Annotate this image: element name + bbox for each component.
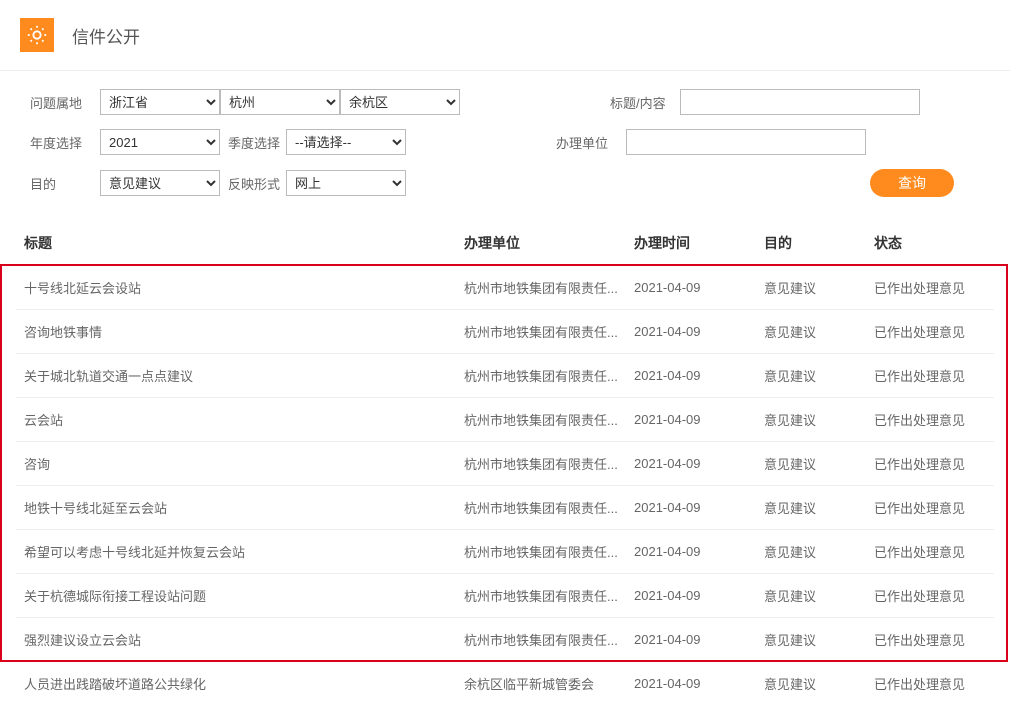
row-title-link[interactable]: 咨询地铁事情: [24, 325, 102, 340]
cell-title: 关于杭德城际衔接工程设站问题: [16, 574, 456, 618]
cell-unit: 杭州市地铁集团有限责任...: [456, 354, 626, 398]
cell-time: 2021-04-09: [626, 618, 756, 662]
row-title-link[interactable]: 咨询: [24, 457, 50, 472]
col-status: 状态: [866, 221, 994, 266]
cell-time: 2021-04-09: [626, 662, 756, 706]
cell-status: 已作出处理意见: [866, 530, 994, 574]
cell-status: 已作出处理意见: [866, 618, 994, 662]
cell-time: 2021-04-09: [626, 398, 756, 442]
cell-time: 2021-04-09: [626, 266, 756, 310]
cell-purpose: 意见建议: [756, 266, 866, 310]
cell-unit: 杭州市地铁集团有限责任...: [456, 398, 626, 442]
cell-status: 已作出处理意见: [866, 266, 994, 310]
row-title-link[interactable]: 强烈建议设立云会站: [24, 633, 141, 648]
page-header: 信件公开: [0, 0, 1010, 71]
cell-status: 已作出处理意见: [866, 662, 994, 706]
row-title-link[interactable]: 十号线北延云会设站: [24, 281, 141, 296]
cell-unit: 杭州市地铁集团有限责任...: [456, 530, 626, 574]
col-unit: 办理单位: [456, 221, 626, 266]
col-purpose: 目的: [756, 221, 866, 266]
row-title-link[interactable]: 关于杭德城际衔接工程设站问题: [24, 589, 206, 604]
col-time: 办理时间: [626, 221, 756, 266]
results-table: 标题 办理单位 办理时间 目的 状态 十号线北延云会设站杭州市地铁集团有限责任.…: [16, 221, 994, 705]
cell-purpose: 意见建议: [756, 618, 866, 662]
cell-unit: 杭州市地铁集团有限责任...: [456, 266, 626, 310]
cell-title: 人员进出践踏破坏道路公共绿化: [16, 662, 456, 706]
row-title-link[interactable]: 云会站: [24, 413, 63, 428]
purpose-label: 目的: [30, 174, 100, 193]
cell-status: 已作出处理意见: [866, 486, 994, 530]
table-row: 咨询地铁事情 杭州市地铁集团有限责任...2021-04-09意见建议已作出处理意…: [16, 310, 994, 354]
cell-purpose: 意见建议: [756, 486, 866, 530]
page-title: 信件公开: [72, 23, 140, 48]
cell-title: 关于城北轨道交通一点点建议: [16, 354, 456, 398]
cell-status: 已作出处理意见: [866, 442, 994, 486]
province-select[interactable]: 浙江省: [100, 89, 220, 115]
cell-title: 十号线北延云会设站: [16, 266, 456, 310]
cell-purpose: 意见建议: [756, 310, 866, 354]
year-select[interactable]: 2021: [100, 129, 220, 155]
col-title: 标题: [16, 221, 456, 266]
cell-time: 2021-04-09: [626, 486, 756, 530]
cell-unit: 杭州市地铁集团有限责任...: [456, 310, 626, 354]
table-row: 强烈建议设立云会站 杭州市地铁集团有限责任...2021-04-09意见建议已作出…: [16, 618, 994, 662]
cell-title: 云会站: [16, 398, 456, 442]
unit-label: 办理单位: [556, 133, 626, 152]
title-content-input[interactable]: [680, 89, 920, 115]
cell-unit: 杭州市地铁集团有限责任...: [456, 618, 626, 662]
region-label: 问题属地: [30, 93, 100, 112]
row-title-link[interactable]: 希望可以考虑十号线北延并恢复云会站: [24, 545, 245, 560]
cell-time: 2021-04-09: [626, 574, 756, 618]
table-row: 人员进出践踏破坏道路公共绿化 余杭区临平新城管委会2021-04-09意见建议已作…: [16, 662, 994, 706]
unit-input[interactable]: [626, 129, 866, 155]
table-row: 希望可以考虑十号线北延并恢复云会站 杭州市地铁集团有限责任...2021-04-0…: [16, 530, 994, 574]
table-wrap: 标题 办理单位 办理时间 目的 状态 十号线北延云会设站杭州市地铁集团有限责任.…: [0, 221, 1010, 715]
year-label: 年度选择: [30, 133, 100, 152]
cell-title: 强烈建议设立云会站: [16, 618, 456, 662]
filter-panel: 问题属地 浙江省 杭州 余杭区 标题/内容 年度选择 2021 季度选择 --请…: [0, 71, 1010, 221]
cell-status: 已作出处理意见: [866, 398, 994, 442]
district-select[interactable]: 余杭区: [340, 89, 460, 115]
cell-purpose: 意见建议: [756, 354, 866, 398]
table-row: 地铁十号线北延至云会站 杭州市地铁集团有限责任...2021-04-09意见建议已…: [16, 486, 994, 530]
row-title-link[interactable]: 关于城北轨道交通一点点建议: [24, 369, 193, 384]
table-row: 云会站 杭州市地铁集团有限责任...2021-04-09意见建议已作出处理意见: [16, 398, 994, 442]
table-row: 关于杭德城际衔接工程设站问题 杭州市地铁集团有限责任...2021-04-09意见…: [16, 574, 994, 618]
quarter-select[interactable]: --请选择--: [286, 129, 406, 155]
cell-purpose: 意见建议: [756, 574, 866, 618]
row-title-link[interactable]: 人员进出践踏破坏道路公共绿化: [24, 677, 206, 692]
search-button[interactable]: 查询: [870, 169, 954, 197]
cell-time: 2021-04-09: [626, 354, 756, 398]
cell-time: 2021-04-09: [626, 530, 756, 574]
form-select[interactable]: 网上: [286, 170, 406, 196]
cell-title: 咨询: [16, 442, 456, 486]
table-row: 十号线北延云会设站 杭州市地铁集团有限责任...2021-04-09意见建议已作出…: [16, 266, 994, 310]
cell-time: 2021-04-09: [626, 442, 756, 486]
table-header-row: 标题 办理单位 办理时间 目的 状态: [16, 221, 994, 266]
title-content-label: 标题/内容: [610, 93, 680, 112]
cell-unit: 余杭区临平新城管委会: [456, 662, 626, 706]
cell-purpose: 意见建议: [756, 662, 866, 706]
cell-purpose: 意见建议: [756, 442, 866, 486]
cell-title: 咨询地铁事情: [16, 310, 456, 354]
row-title-link[interactable]: 地铁十号线北延至云会站: [24, 501, 167, 516]
cell-purpose: 意见建议: [756, 398, 866, 442]
cell-unit: 杭州市地铁集团有限责任...: [456, 442, 626, 486]
cell-unit: 杭州市地铁集团有限责任...: [456, 486, 626, 530]
cell-title: 地铁十号线北延至云会站: [16, 486, 456, 530]
cell-unit: 杭州市地铁集团有限责任...: [456, 574, 626, 618]
quarter-label: 季度选择: [228, 133, 280, 152]
form-label: 反映形式: [228, 174, 280, 193]
cell-status: 已作出处理意见: [866, 574, 994, 618]
city-select[interactable]: 杭州: [220, 89, 340, 115]
cell-title: 希望可以考虑十号线北延并恢复云会站: [16, 530, 456, 574]
cell-status: 已作出处理意见: [866, 354, 994, 398]
cell-time: 2021-04-09: [626, 310, 756, 354]
table-row: 关于城北轨道交通一点点建议 杭州市地铁集团有限责任...2021-04-09意见建…: [16, 354, 994, 398]
sun-icon: [20, 18, 54, 52]
table-row: 咨询 杭州市地铁集团有限责任...2021-04-09意见建议已作出处理意见: [16, 442, 994, 486]
purpose-select[interactable]: 意见建议: [100, 170, 220, 196]
cell-purpose: 意见建议: [756, 530, 866, 574]
cell-status: 已作出处理意见: [866, 310, 994, 354]
